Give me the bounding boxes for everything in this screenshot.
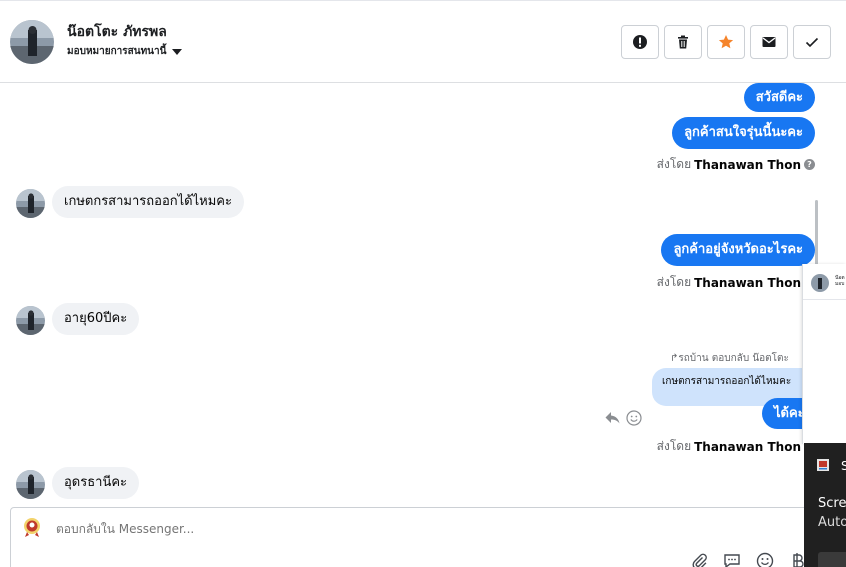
screenshot-notification[interactable]: S Scree Auto [804, 443, 846, 567]
mini-chat-header[interactable]: น๊อต มอบ [803, 264, 846, 300]
mark-spam-button[interactable] [621, 25, 659, 59]
message-thread[interactable]: สวัสดีคะ ลูกค้าสนใจรุ่นนี้นะคะ ส่งโดย Th… [0, 83, 846, 505]
reply-input[interactable] [56, 522, 356, 536]
outgoing-message[interactable]: สวัสดีคะ [743, 83, 815, 112]
star-icon [718, 35, 734, 49]
avatar [16, 470, 45, 499]
baht-icon [793, 553, 804, 567]
reply-composer [10, 507, 846, 567]
agent-name[interactable]: Thanawan Thon [694, 158, 801, 172]
incoming-message[interactable]: อายุ60ปีคะ [52, 303, 140, 335]
notification-title: Scree [818, 496, 846, 511]
help-icon[interactable]: ? [804, 159, 815, 170]
saved-replies-button[interactable] [722, 551, 742, 567]
reply-context-label: ↱รถบ้าน ตอบกลับ น๊อตโตะ [670, 353, 789, 364]
sent-by-label: ส่งโดย Thanawan Thon [656, 439, 801, 454]
composer-toolbar [689, 551, 808, 567]
incoming-message[interactable]: เกษตกรสามารถออกได้ไหมคะ [52, 186, 244, 218]
incoming-message[interactable]: อุดรธานีคะ [52, 467, 140, 499]
avatar [16, 189, 45, 218]
agent-name[interactable]: Thanawan Thon [694, 276, 801, 290]
notification-body: Auto [818, 515, 846, 530]
header-actions [621, 25, 831, 59]
emoji-button[interactable] [755, 551, 775, 567]
avatar [16, 306, 45, 335]
trash-icon [678, 35, 688, 49]
snipping-tool-icon [817, 459, 829, 471]
reply-icon[interactable] [604, 410, 621, 425]
mark-unread-button[interactable] [750, 25, 788, 59]
exclamation-icon [633, 35, 647, 49]
attach-button[interactable] [689, 551, 709, 567]
agent-name[interactable]: Thanawan Thon [694, 440, 801, 454]
emoji-reaction-icon[interactable] [626, 410, 642, 426]
assign-conversation-dropdown[interactable]: มอบหมายการสนทนานี้ [67, 44, 183, 59]
outgoing-message[interactable]: ลูกค้าสนใจรุ่นนี้นะคะ [672, 117, 815, 149]
avatar[interactable] [10, 20, 54, 64]
assign-label: มอบหมายการสนทนานี้ [67, 46, 167, 57]
envelope-icon [762, 37, 776, 47]
avatar [811, 274, 829, 292]
conversation-header: น๊อตโตะ ภัทรพล มอบหมายการสนทนานี้ [0, 0, 846, 83]
notification-action-button[interactable] [818, 552, 846, 567]
contact-name: น๊อตโตะ ภัทรพล [67, 24, 167, 40]
mark-done-button[interactable] [793, 25, 831, 59]
page-avatar [21, 516, 43, 538]
delete-button[interactable] [664, 25, 702, 59]
outgoing-message[interactable]: ลูกค้าอยู่จังหวัดอะไรคะ [661, 234, 815, 266]
smiley-icon [756, 552, 774, 567]
check-icon [805, 37, 819, 48]
caret-down-icon [172, 48, 183, 55]
star-button[interactable] [707, 25, 745, 59]
paperclip-icon [692, 553, 707, 567]
mini-chat-title: น๊อต มอบ [835, 275, 845, 287]
sent-by-label: ส่งโดย Thanawan Thon ? [657, 155, 815, 174]
message-actions [604, 410, 642, 426]
chat-bubble-icon [724, 554, 740, 567]
minimized-chat-window[interactable]: น๊อต มอบ [802, 264, 846, 444]
sent-by-label: ส่งโดย Thanawan Thon [656, 275, 801, 290]
